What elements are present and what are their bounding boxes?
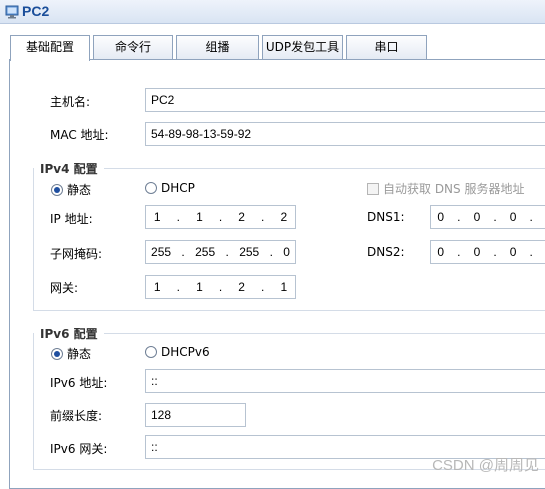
subnet-mask-label: 子网掩码: [50, 245, 102, 262]
auto-dns-checkbox[interactable]: 自动获取 DNS 服务器地址 [367, 180, 524, 197]
ipv4-static-radio[interactable]: 静态 [51, 181, 91, 198]
gateway-octet-1: 1 [154, 276, 161, 298]
tab-multicast[interactable]: 组播 [176, 35, 259, 59]
ip-address-input[interactable]: 1. 1. 2. 2 [145, 205, 296, 229]
mac-label: MAC 地址: [50, 126, 109, 143]
ipv6-dhcp-radio[interactable]: DHCPv6 [145, 345, 210, 359]
ipv6-address-label: IPv6 地址: [50, 374, 107, 391]
dns2-octet-3: 0 [510, 241, 517, 263]
tab-bar: 基础配置 命令行 组播 UDP发包工具 串口 [0, 24, 545, 60]
gateway-octet-3: 2 [238, 276, 245, 298]
prefix-length-input[interactable]: 128 [145, 403, 246, 427]
dns1-input[interactable]: 0. 0. 0. 0 [430, 205, 545, 229]
dns2-octet-2: 0 [474, 241, 481, 263]
ipv4-static-label: 静态 [67, 181, 91, 198]
gateway-input[interactable]: 1. 1. 2. 1 [145, 275, 296, 299]
hostname-input[interactable]: PC2 [145, 88, 545, 112]
tab-udp-tool[interactable]: UDP发包工具 [262, 35, 343, 59]
gateway-label: 网关: [50, 279, 78, 296]
title-bar: PC2 [0, 0, 545, 24]
ip-octet-3: 2 [238, 206, 245, 228]
radio-unselected-icon [145, 346, 157, 358]
ipv6-address-input[interactable]: :: [145, 369, 545, 393]
tab-basic-config[interactable]: 基础配置 [10, 35, 90, 61]
mask-octet-3: 255 [239, 241, 259, 263]
ipv4-dhcp-radio[interactable]: DHCP [145, 181, 195, 195]
subnet-mask-input[interactable]: 255. 255. 255. 0 [145, 240, 296, 264]
dns1-octet-1: 0 [437, 206, 444, 228]
basic-config-panel: 主机名: PC2 MAC 地址: 54-89-98-13-59-92 IPv4 … [9, 59, 545, 489]
ipv6-dhcp-label: DHCPv6 [161, 345, 210, 359]
mac-input[interactable]: 54-89-98-13-59-92 [145, 122, 545, 146]
ipv6-static-label: 静态 [67, 345, 91, 362]
radio-selected-icon [51, 184, 63, 196]
ipv6-static-radio[interactable]: 静态 [51, 345, 91, 362]
pc-monitor-icon [4, 4, 20, 20]
dns2-input[interactable]: 0. 0. 0. 0 [430, 240, 545, 264]
ipv4-section-title: IPv4 配置 [34, 160, 104, 178]
hostname-label: 主机名: [50, 93, 90, 110]
checkbox-unchecked-icon [367, 183, 379, 195]
ip-octet-2: 1 [196, 206, 203, 228]
dns1-octet-2: 0 [474, 206, 481, 228]
dns2-octet-1: 0 [437, 241, 444, 263]
ip-octet-4: 2 [280, 206, 287, 228]
ip-address-label: IP 地址: [50, 210, 93, 227]
prefix-length-label: 前缀长度: [50, 407, 102, 424]
dns1-label: DNS1: [367, 210, 405, 224]
auto-dns-label: 自动获取 DNS 服务器地址 [383, 180, 524, 197]
ipv6-gateway-label: IPv6 网关: [50, 440, 107, 457]
tab-command-line[interactable]: 命令行 [93, 35, 173, 59]
ip-octet-1: 1 [154, 206, 161, 228]
tab-serial-port[interactable]: 串口 [346, 35, 427, 59]
radio-selected-icon [51, 348, 63, 360]
mask-octet-4: 0 [283, 241, 290, 263]
radio-unselected-icon [145, 182, 157, 194]
gateway-octet-4: 1 [280, 276, 287, 298]
dns2-label: DNS2: [367, 245, 405, 259]
gateway-octet-2: 1 [196, 276, 203, 298]
watermark: CSDN @周周见 [432, 454, 539, 475]
dns1-octet-3: 0 [510, 206, 517, 228]
mask-octet-2: 255 [195, 241, 215, 263]
mask-octet-1: 255 [151, 241, 171, 263]
ipv4-dhcp-label: DHCP [161, 181, 195, 195]
ipv6-section-title: IPv6 配置 [34, 325, 104, 343]
window-title: PC2 [22, 3, 49, 19]
